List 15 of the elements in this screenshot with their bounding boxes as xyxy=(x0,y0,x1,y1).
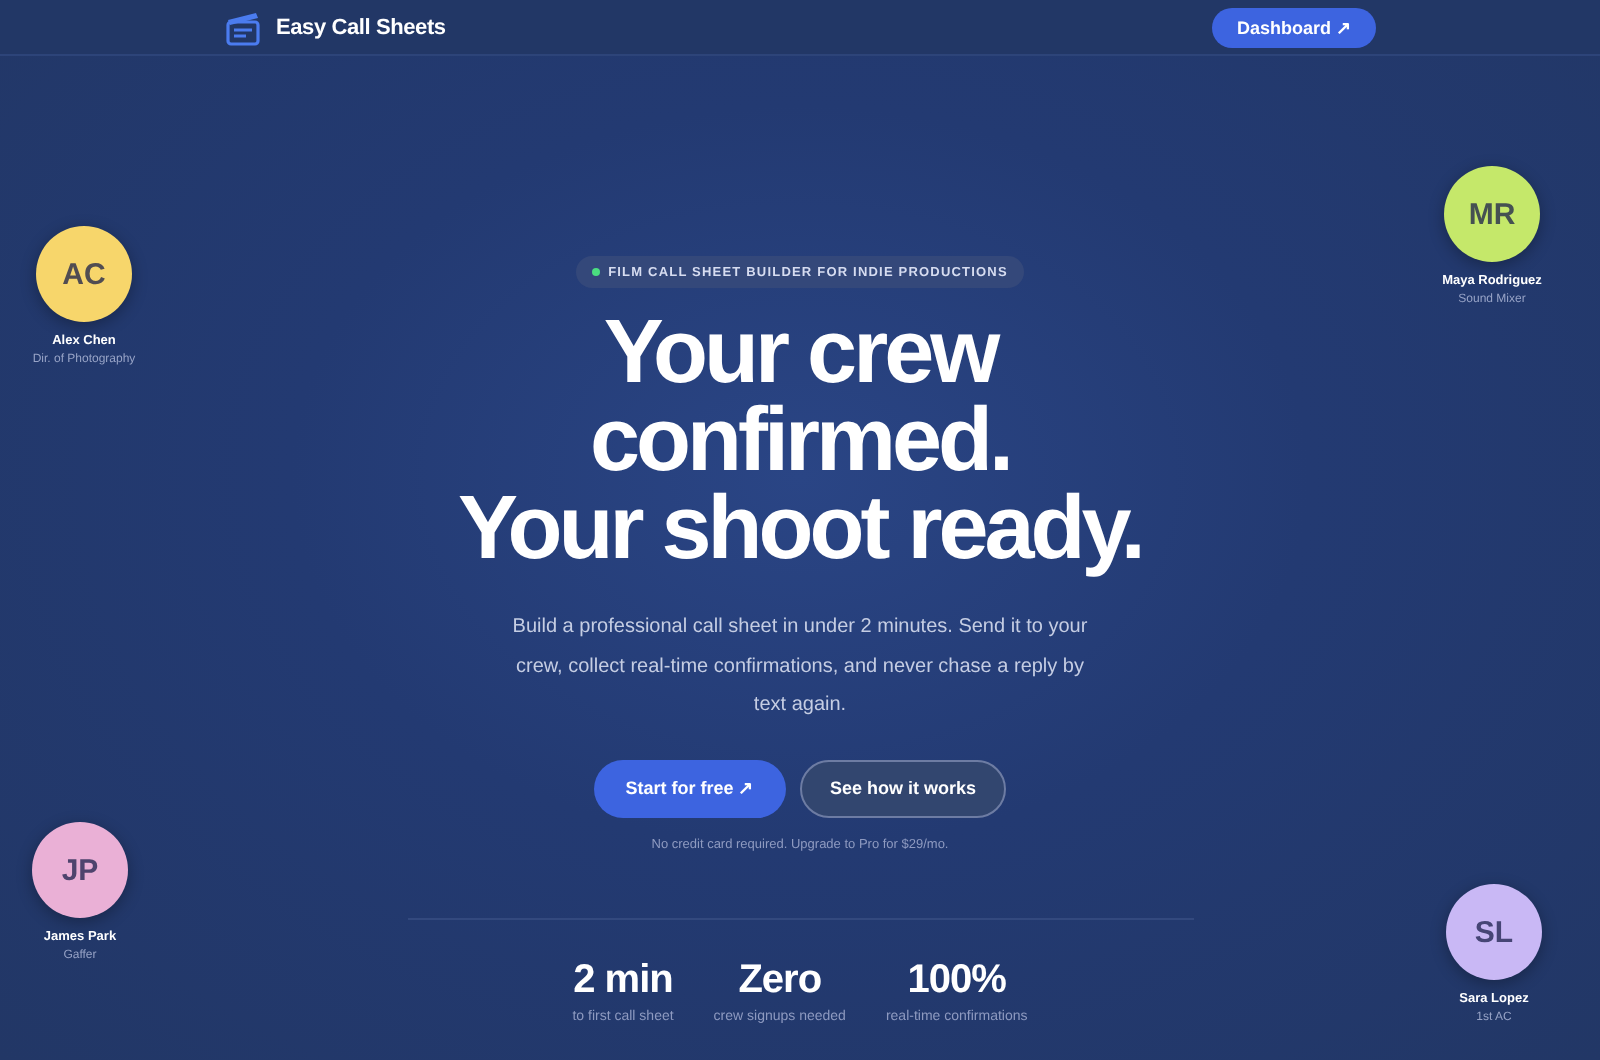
stat-value: 2 min xyxy=(573,955,673,1003)
avatar: AC xyxy=(36,226,132,322)
stat-value: 100% xyxy=(907,955,1006,1003)
status-dot-icon xyxy=(592,268,601,276)
headline: Your crew confirmed. Your shoot ready. xyxy=(458,308,1142,572)
start-button[interactable]: Start for free ↗ xyxy=(594,759,786,817)
clapperboard-icon xyxy=(224,9,264,45)
avatar: SL xyxy=(1446,884,1542,980)
brand-name: Easy Call Sheets xyxy=(276,15,446,39)
subtitle: Build a professional call sheet in under 2 minutes. Send it to your crew, collect real-time confirmations, and never chase a reply by text again. xyxy=(510,614,1090,720)
avatar: MR xyxy=(1444,166,1540,262)
how-it-works-button[interactable]: See how it works xyxy=(800,759,1006,817)
avatar: JP xyxy=(32,822,128,918)
stat-value: Zero xyxy=(738,955,822,1003)
dashboard-button[interactable]: Dashboard ↗ xyxy=(1212,7,1376,47)
